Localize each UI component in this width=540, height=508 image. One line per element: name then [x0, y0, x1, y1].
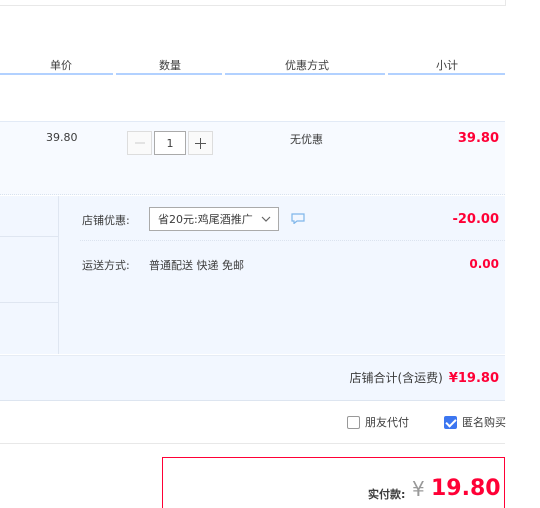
shop-total: 店铺合计(含运费) ¥19.80: [349, 369, 499, 386]
message-icon[interactable]: [291, 213, 305, 224]
header-underline: [116, 73, 222, 75]
column-header: 单价 数量 优惠方式 小计: [0, 55, 505, 75]
item-unit-price: 39.80: [46, 131, 78, 144]
payment-currency: ¥: [412, 477, 425, 501]
header-promotion: 优惠方式: [285, 59, 329, 72]
friend-pay-option[interactable]: 朋友代付: [347, 414, 409, 430]
quantity-input[interactable]: 1: [154, 131, 186, 155]
shop-total-value: ¥19.80: [448, 371, 499, 386]
shipping-label: 运送方式:: [82, 259, 130, 272]
shop-discount-selected: 省20元:鸡尾酒推广: [158, 213, 253, 226]
item-promotion: 无优惠: [290, 133, 323, 146]
top-divider-right: [505, 0, 506, 6]
header-underline: [0, 73, 113, 75]
shop-discount-label: 店铺优惠:: [82, 214, 130, 227]
quantity-stepper: 1: [127, 131, 213, 155]
shipping-amount: 0.00: [469, 257, 499, 271]
row-divider: [80, 240, 505, 241]
header-underline: [225, 73, 385, 75]
header-unit-price: 单价: [50, 59, 72, 72]
anonymous-label: 匿名购买: [462, 416, 506, 429]
header-subtotal: 小计: [436, 59, 458, 72]
shop-total-label: 店铺合计(含运费): [349, 371, 443, 385]
shipping-method: 普通配送 快递 免邮: [149, 259, 244, 272]
plus-icon: [195, 137, 206, 149]
shop-discount-select[interactable]: 省20元:鸡尾酒推广: [149, 207, 279, 231]
item-subtotal: 39.80: [457, 131, 499, 146]
payment-label: 实付款:: [368, 488, 406, 501]
payment-amount: 19.80: [431, 476, 501, 501]
options-divider: [0, 443, 505, 444]
decrease-quantity-button[interactable]: [127, 131, 152, 155]
header-quantity: 数量: [159, 59, 181, 72]
header-underline: [388, 73, 505, 75]
anonymous-option[interactable]: 匿名购买: [444, 414, 506, 430]
friend-pay-label: 朋友代付: [365, 416, 409, 429]
minus-icon: [134, 142, 145, 144]
shop-left-divider: [0, 236, 59, 237]
top-divider: [0, 0, 505, 6]
shop-left-column: [0, 196, 59, 354]
increase-quantity-button[interactable]: [188, 131, 213, 155]
friend-pay-checkbox[interactable]: [347, 415, 360, 429]
anonymous-checkbox[interactable]: [444, 415, 457, 429]
chevron-down-icon: [261, 216, 271, 222]
shop-discount-amount: -20.00: [452, 212, 499, 227]
shop-left-divider: [0, 302, 59, 303]
